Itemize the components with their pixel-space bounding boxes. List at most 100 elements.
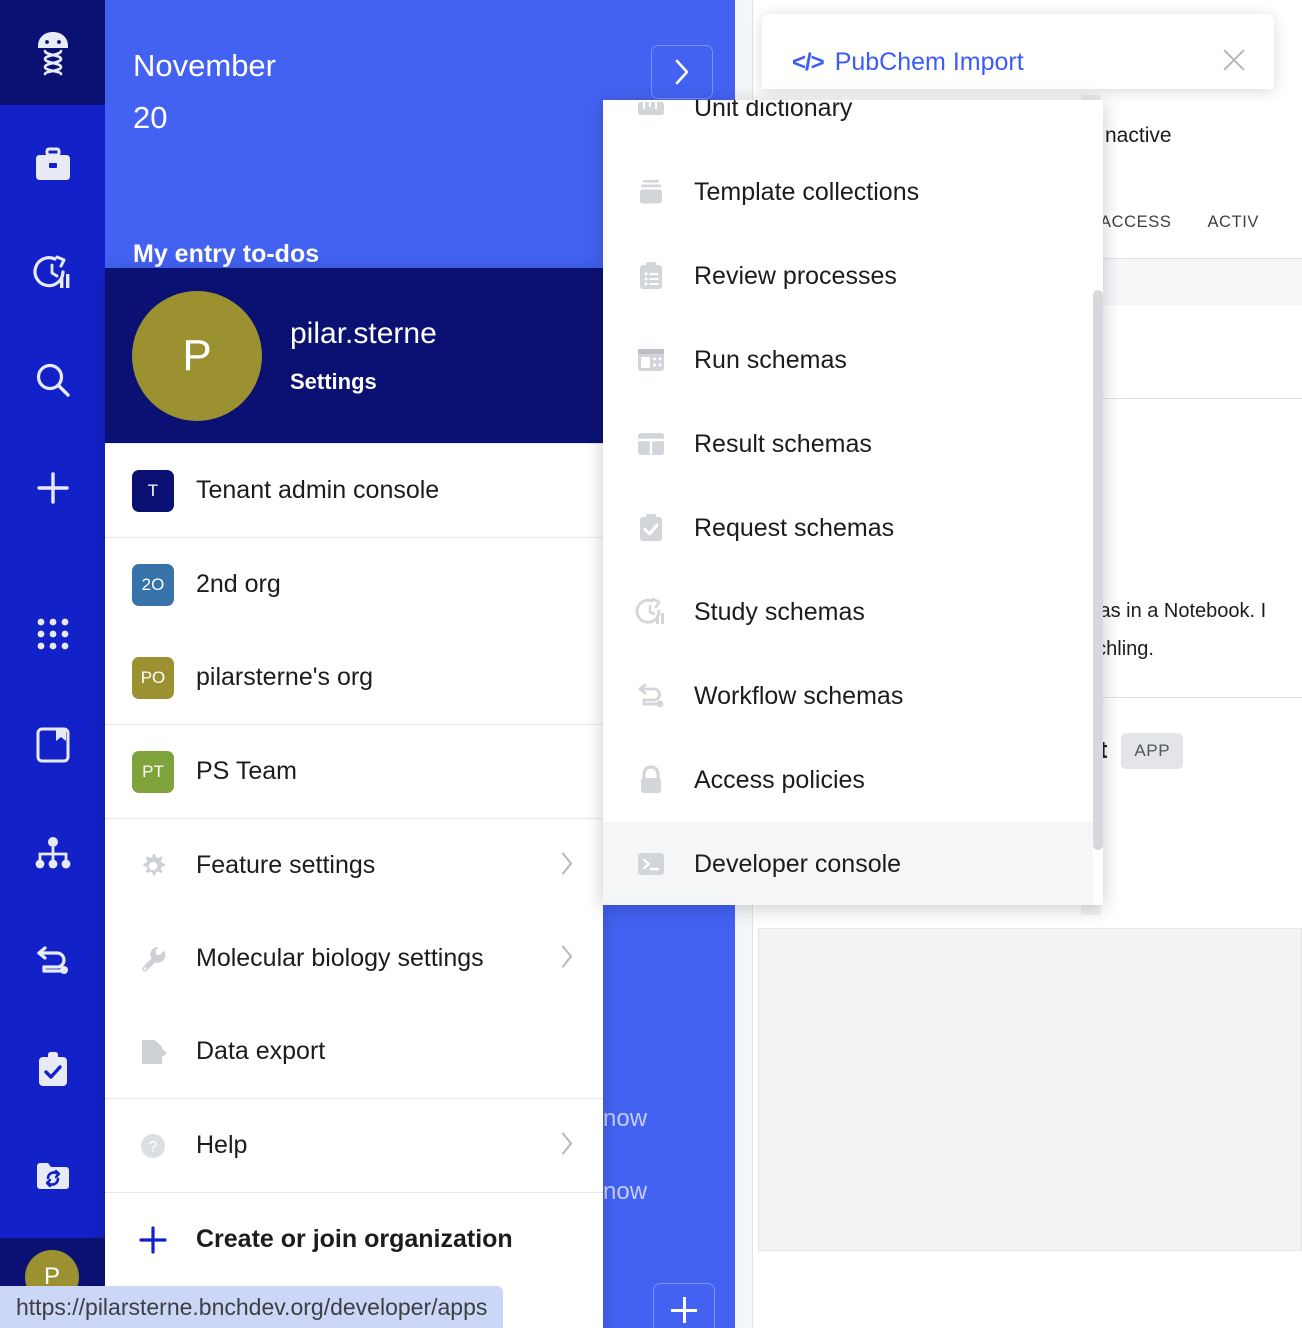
submenu-item-run-schemas[interactable]: Run schemas xyxy=(603,318,1103,402)
sidebar-item-apps[interactable] xyxy=(0,604,105,664)
sidebar-item-requests[interactable] xyxy=(0,1040,105,1100)
submenu-item-template-collections[interactable]: Template collections xyxy=(603,150,1103,234)
gear-icon xyxy=(132,845,174,887)
menu-item-label: Feature settings xyxy=(196,851,375,880)
benchling-helmet-dna-logo xyxy=(31,29,75,77)
entry-todos-title: My entry to-dos xyxy=(133,240,319,269)
sidebar-item-registry[interactable] xyxy=(0,823,105,883)
plus-icon xyxy=(132,1219,174,1261)
menu-item-feature-settings[interactable]: Feature settings xyxy=(105,819,603,912)
calendar-month: November xyxy=(133,48,276,84)
menu-item-label: Molecular biology settings xyxy=(196,944,484,973)
background-description-line-2: nchling. xyxy=(1085,630,1302,668)
background-divider-2 xyxy=(1098,398,1302,399)
help-section: ? Help xyxy=(105,1098,603,1192)
workflow-schemas-icon xyxy=(635,680,667,712)
tab-access[interactable]: ACCESS xyxy=(1100,213,1171,232)
pubchem-title-group: </> PubChem Import xyxy=(792,48,1024,77)
user-settings-menu: P pilar.sterne Settings T Tenant admin c… xyxy=(105,268,603,1328)
requests-clipboard-check-icon xyxy=(36,1051,70,1089)
submenu-item-review-processes[interactable]: Review processes xyxy=(603,234,1103,318)
menu-item-label: Data export xyxy=(196,1037,325,1066)
todo-timestamp-2: now xyxy=(603,1178,647,1206)
sidebar-item-create[interactable] xyxy=(0,458,105,518)
access-policies-lock-icon xyxy=(635,764,667,796)
settings-link[interactable]: Settings xyxy=(290,369,437,395)
background-tab-strip: ACCESS ACTIV xyxy=(1100,213,1259,232)
study-schemas-clock-chart-icon xyxy=(33,254,73,292)
calendar-next-button[interactable] xyxy=(651,45,713,99)
submenu-item-workflow-schemas[interactable]: Workflow schemas xyxy=(603,654,1103,738)
submenu-item-label: Unit dictionary xyxy=(694,100,852,123)
notebook-icon xyxy=(35,726,71,764)
add-todo-button[interactable] xyxy=(653,1283,715,1328)
menu-item-tenant-admin-console[interactable]: T Tenant admin console xyxy=(105,444,603,537)
user-identity: pilar.sterne Settings xyxy=(290,317,437,395)
submenu-item-label: Access policies xyxy=(694,766,865,795)
menu-item-molecular-biology-settings[interactable]: Molecular biology settings xyxy=(105,912,603,1005)
registry-hierarchy-icon xyxy=(33,836,73,870)
menu-item-label: pilarsterne's org xyxy=(196,663,373,692)
menu-item-ps-team[interactable]: PT PS Team xyxy=(105,725,603,818)
menu-item-label: Create or join organization xyxy=(196,1225,513,1254)
svg-text:?: ? xyxy=(149,1139,158,1156)
study-schemas-icon xyxy=(635,596,667,628)
data-export-icon xyxy=(132,1031,174,1073)
folder-sync-icon xyxy=(34,1160,72,1192)
calendar-day: 20 xyxy=(133,100,167,136)
benchling-logo-button[interactable] xyxy=(0,0,105,105)
sidebar-item-projects[interactable] xyxy=(0,135,105,195)
pubchem-dialog-title: PubChem Import xyxy=(835,48,1024,77)
submenu-item-label: Workflow schemas xyxy=(694,682,903,711)
menu-item-2nd-org[interactable]: 2O 2nd org xyxy=(105,538,603,631)
organizations-section: 2O 2nd org PO pilarsterne's org xyxy=(105,537,603,724)
run-schemas-icon xyxy=(635,344,667,376)
request-schemas-icon xyxy=(635,512,667,544)
chevron-right-icon xyxy=(559,943,575,974)
submenu-scrollbar-thumb[interactable] xyxy=(1093,290,1103,850)
menu-item-label: Tenant admin console xyxy=(196,476,439,505)
create-plus-icon xyxy=(34,469,72,507)
menu-item-create-or-join-organization[interactable]: Create or join organization xyxy=(105,1193,603,1286)
menu-item-label: PS Team xyxy=(196,757,297,786)
unit-dictionary-icon xyxy=(635,100,667,124)
teams-section: PT PS Team xyxy=(105,724,603,818)
result-schemas-icon xyxy=(635,428,667,460)
projects-briefcase-icon xyxy=(33,147,73,183)
sidebar-item-workflows[interactable] xyxy=(0,932,105,992)
todo-timestamp-1: now xyxy=(603,1105,647,1133)
tenant-badge: T xyxy=(132,470,174,512)
apps-grid-icon xyxy=(35,616,71,652)
sidebar-item-folder-sync[interactable] xyxy=(0,1146,105,1206)
close-icon[interactable] xyxy=(1220,46,1248,74)
settings-section: Feature settings Molecular biology setti… xyxy=(105,818,603,1098)
background-app-row: rt APP xyxy=(1090,733,1183,769)
sidebar-item-search[interactable] xyxy=(0,350,105,410)
review-processes-icon xyxy=(635,260,667,292)
submenu-item-request-schemas[interactable]: Request schemas xyxy=(603,486,1103,570)
menu-item-pilarsternes-org[interactable]: PO pilarsterne's org xyxy=(105,631,603,724)
submenu-item-label: Result schemas xyxy=(694,430,872,459)
user-name: pilar.sterne xyxy=(290,317,437,351)
menu-item-label: 2nd org xyxy=(196,570,281,599)
tab-activity[interactable]: ACTIV xyxy=(1207,213,1259,232)
developer-console-icon xyxy=(635,848,667,880)
browser-status-url: https://pilarsterne.bnchdev.org/develope… xyxy=(0,1286,503,1328)
chevron-right-icon xyxy=(559,1130,575,1161)
app-badge: APP xyxy=(1121,733,1183,769)
submenu-item-result-schemas[interactable]: Result schemas xyxy=(603,402,1103,486)
template-collections-icon xyxy=(635,176,667,208)
submenu-item-developer-console[interactable]: Developer console xyxy=(603,822,1103,905)
menu-item-help[interactable]: ? Help xyxy=(105,1099,603,1192)
menu-item-data-export[interactable]: Data export xyxy=(105,1005,603,1098)
submenu-item-unit-dictionary[interactable]: Unit dictionary xyxy=(603,100,1103,150)
sidebar-item-notebook[interactable] xyxy=(0,715,105,775)
submenu-item-label: Study schemas xyxy=(694,598,865,627)
user-avatar: P xyxy=(132,291,262,421)
submenu-item-study-schemas[interactable]: Study schemas xyxy=(603,570,1103,654)
background-table-row xyxy=(1098,259,1302,305)
admin-section: T Tenant admin console xyxy=(105,443,603,537)
chevron-right-icon xyxy=(559,850,575,881)
submenu-item-access-policies[interactable]: Access policies xyxy=(603,738,1103,822)
sidebar-item-studies[interactable] xyxy=(0,243,105,303)
